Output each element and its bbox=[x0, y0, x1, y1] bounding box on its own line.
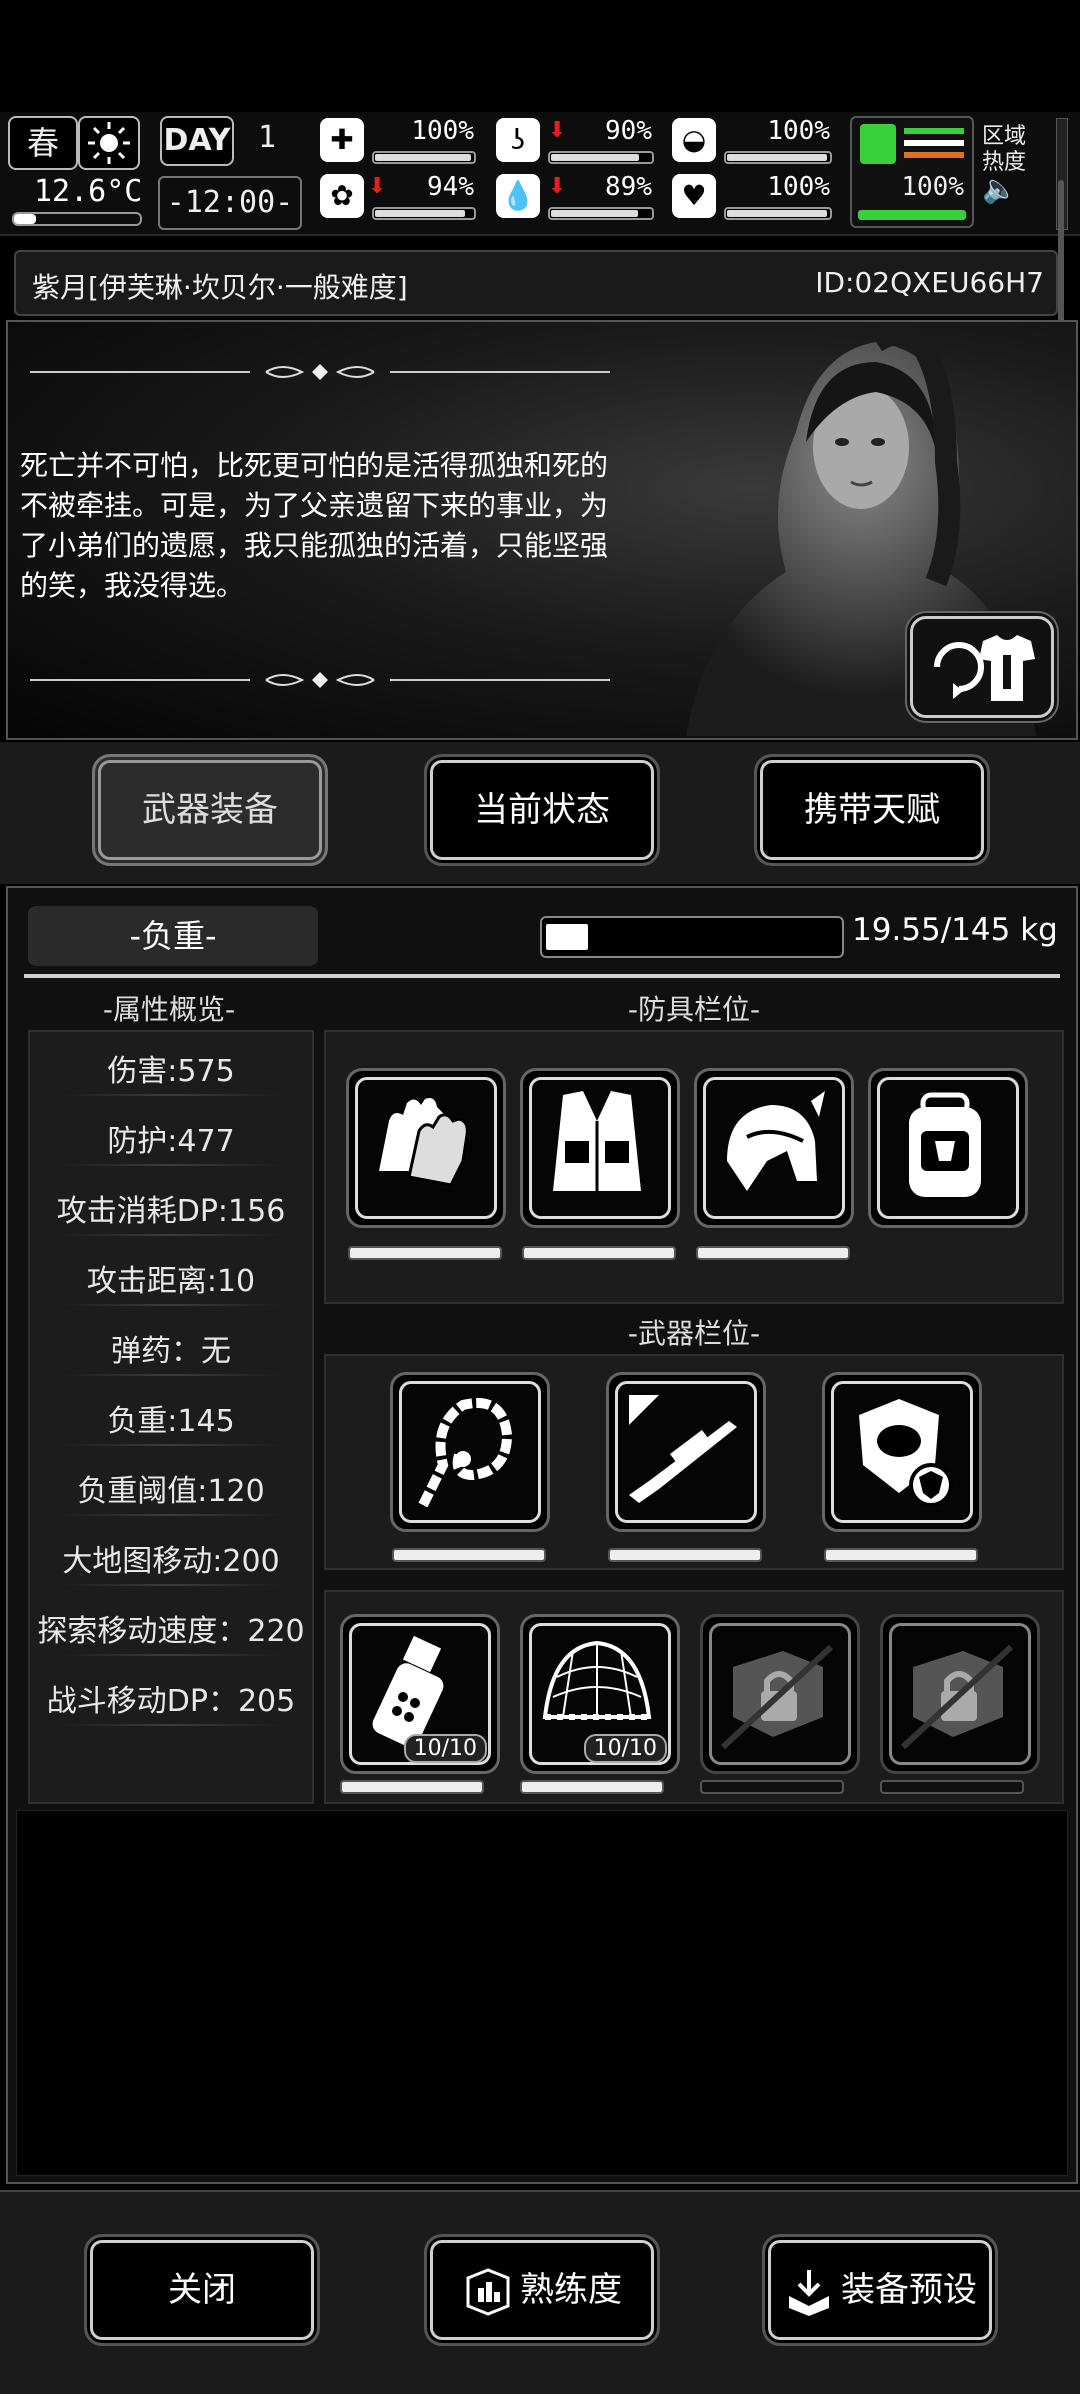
clock: -12:00- bbox=[158, 176, 302, 230]
item-slot-grenade[interactable]: 10/10 bbox=[340, 1614, 500, 1774]
tab-bar: 武器装备 当前状态 携带天赋 bbox=[0, 742, 1080, 884]
attr-defense: 防护:477 bbox=[107, 1124, 235, 1159]
weapon-slot-whip[interactable] bbox=[390, 1372, 550, 1532]
decrease-arrow-icon: ⬇ bbox=[548, 174, 567, 199]
boot-icon bbox=[860, 124, 896, 164]
helmet-icon bbox=[727, 1091, 825, 1191]
gloves-icon bbox=[379, 1098, 469, 1187]
attr-map-move: 大地图移动:200 bbox=[62, 1544, 280, 1579]
hunger-stat: ʖ ⬇ 90% bbox=[496, 116, 658, 168]
divider bbox=[24, 974, 1060, 978]
attr-attack-dp: 攻击消耗DP:156 bbox=[56, 1194, 286, 1229]
sun-icon bbox=[78, 116, 140, 170]
mood-stat: ♥ 100% bbox=[672, 172, 836, 224]
weapon-slots-header: -武器栏位- bbox=[627, 1317, 761, 1350]
character-quote: 死亡并不可怕，比死更可怕的是活得孤独和死的不被牵挂。可是，为了父亲遗留下来的事业… bbox=[20, 449, 609, 602]
character-name: 紫月[伊芙琳·坎贝尔·一般难度] bbox=[32, 271, 408, 304]
armor-slots-header: -防具栏位- bbox=[627, 993, 761, 1026]
attr-explore-speed: 探索移动速度：220 bbox=[37, 1614, 305, 1649]
player-id: ID:02QXEU66H7 bbox=[815, 266, 1044, 299]
proficiency-button[interactable]: 熟练度 bbox=[424, 2234, 660, 2346]
mind-stat: ✿ ⬇ 94% bbox=[320, 172, 480, 224]
outfit-swap-icon bbox=[934, 635, 1035, 701]
empty-area bbox=[16, 1810, 1068, 2176]
change-outfit-button[interactable] bbox=[910, 616, 1054, 718]
armor-slot-gloves[interactable] bbox=[346, 1068, 506, 1228]
locked-slot-icon bbox=[720, 1644, 834, 1750]
tab-weapon-equipment[interactable]: 武器装备 bbox=[92, 754, 328, 866]
close-button[interactable]: 关闭 bbox=[84, 2234, 320, 2346]
character-header: 紫月[伊芙琳·坎贝尔·一般难度] ID:02QXEU66H7 bbox=[14, 250, 1058, 316]
item-slot-locked[interactable] bbox=[700, 1614, 860, 1774]
stamina-panel: 100% bbox=[850, 116, 974, 228]
weapon-slot-shield[interactable] bbox=[822, 1372, 982, 1532]
helmet-status-icon: ◒ bbox=[672, 118, 716, 162]
proficiency-icon bbox=[466, 2267, 510, 2316]
character-story-panel: 死亡并不可怕，比死更可怕的是活得孤独和死的不被牵挂。可是，为了父亲遗留下来的事业… bbox=[6, 320, 1078, 740]
armor-slots bbox=[324, 1030, 1064, 1304]
ornament-divider bbox=[30, 362, 610, 382]
season-badge: 春 bbox=[8, 116, 78, 170]
attr-load-threshold: 负重阈值:120 bbox=[77, 1474, 265, 1509]
attributes-list: 伤害:575 防护:477 攻击消耗DP:156 攻击距离:10 弹药：无 负重… bbox=[28, 1030, 314, 1804]
health-stat: ✚ 100% bbox=[320, 116, 480, 168]
attr-damage: 伤害:575 bbox=[107, 1054, 235, 1089]
ornament-divider bbox=[30, 670, 610, 690]
day-label: DAY bbox=[160, 116, 234, 166]
stomach-icon: ʖ bbox=[496, 118, 540, 162]
attr-load: 负重:145 bbox=[107, 1404, 235, 1439]
load-label: -负重- bbox=[28, 906, 318, 966]
status-hud: 春 12.6°C DAY 1 -12:00- ✚ 100% ʖ ⬇ 90% ◒ … bbox=[0, 112, 1080, 236]
decrease-arrow-icon: ⬇ bbox=[548, 118, 567, 143]
item-slots: 10/10 10/10 bbox=[324, 1590, 1064, 1804]
season-label: 春 bbox=[26, 124, 59, 162]
load-bar bbox=[540, 916, 844, 958]
whip-icon bbox=[418, 1398, 513, 1508]
item-count: 10/10 bbox=[403, 1734, 487, 1763]
item-slot-net[interactable]: 10/10 bbox=[520, 1614, 680, 1774]
vest-icon bbox=[553, 1091, 641, 1191]
tab-carried-talents[interactable]: 携带天赋 bbox=[754, 754, 990, 866]
thirst-stat: 💧 ⬇ 89% bbox=[496, 172, 658, 224]
sniper-rifle-icon bbox=[629, 1395, 737, 1503]
armor-slot-backpack[interactable] bbox=[868, 1068, 1028, 1228]
water-drop-icon: 💧 bbox=[496, 174, 540, 218]
area-heat-label: 区域 热度 🔈 bbox=[982, 124, 1027, 205]
bottom-action-bar: 关闭 熟练度 装备预设 bbox=[0, 2190, 1080, 2394]
temperature: 12.6°C bbox=[34, 174, 143, 209]
locked-slot-icon bbox=[900, 1644, 1014, 1750]
temperature-gauge bbox=[12, 212, 142, 226]
attr-attack-range: 攻击距离:10 bbox=[86, 1264, 256, 1299]
weapon-slots bbox=[324, 1354, 1064, 1570]
speaker-icon[interactable]: 🔈 bbox=[982, 175, 1026, 203]
armor-slot-vest[interactable] bbox=[520, 1068, 680, 1228]
medkit-icon: ✚ bbox=[320, 118, 364, 162]
attr-ammo: 弹药：无 bbox=[111, 1334, 231, 1369]
heart-icon: ♥ bbox=[672, 174, 716, 218]
day-number: 1 bbox=[258, 120, 277, 155]
attributes-header: -属性概览- bbox=[102, 993, 236, 1026]
item-slot-locked[interactable] bbox=[880, 1614, 1040, 1774]
equipment-preset-button[interactable]: 装备预设 bbox=[762, 2234, 998, 2346]
armor-slot-helmet[interactable] bbox=[694, 1068, 854, 1228]
tab-current-status[interactable]: 当前状态 bbox=[424, 754, 660, 866]
shield-icon bbox=[859, 1399, 953, 1507]
backpack-icon bbox=[909, 1092, 981, 1197]
decrease-arrow-icon: ⬇ bbox=[368, 174, 387, 199]
load-value: 19.55/145 kg bbox=[852, 912, 1058, 948]
equipment-panel: -负重- 19.55/145 kg -属性概览- -防具栏位- 伤害:575 防… bbox=[6, 886, 1078, 2184]
preset-download-icon bbox=[789, 2269, 829, 2316]
attr-combat-dp: 战斗移动DP：205 bbox=[46, 1684, 296, 1719]
weapon-slot-sniper-rifle[interactable] bbox=[606, 1372, 766, 1532]
stamina-value: 100% bbox=[901, 172, 964, 202]
brain-icon: ✿ bbox=[320, 174, 364, 218]
armor-stat: ◒ 100% bbox=[672, 116, 836, 168]
item-count: 10/10 bbox=[583, 1734, 667, 1763]
